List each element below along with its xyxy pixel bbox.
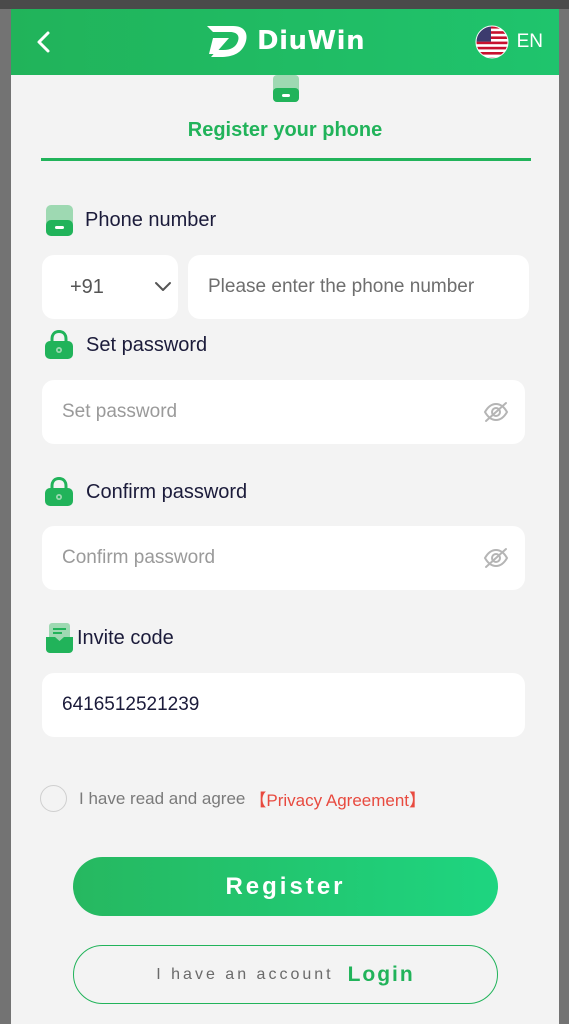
- phone-number-placeholder: Please enter the phone number: [208, 276, 475, 297]
- phone-label: Phone number: [85, 209, 217, 231]
- confirm-password-input[interactable]: Confirm password: [42, 526, 525, 590]
- phone-number-input[interactable]: Please enter the phone number: [188, 255, 529, 319]
- lock-icon: [45, 477, 73, 506]
- chevron-down-icon: [155, 282, 171, 291]
- logo-text: DiuWin: [257, 26, 366, 56]
- agree-text: I have read and agree: [79, 788, 246, 808]
- logo-mark-icon: [207, 26, 247, 57]
- set-password-placeholder: Set password: [62, 401, 178, 422]
- lock-icon: [45, 330, 73, 359]
- set-password-input[interactable]: Set password: [42, 380, 525, 444]
- us-flag-icon: [475, 25, 509, 59]
- top-status-strip: [0, 0, 569, 9]
- invite-icon: [46, 623, 73, 653]
- phone-icon: [273, 75, 299, 102]
- tab-register-phone[interactable]: Register your phone: [11, 119, 559, 142]
- invite-label: Invite code: [77, 626, 174, 649]
- phone-icon: [46, 205, 73, 236]
- password-label: Set password: [86, 333, 208, 356]
- header-bar: DiuWin EN: [11, 9, 559, 75]
- back-button[interactable]: [31, 27, 57, 57]
- confirm-label-row: Confirm password: [44, 477, 247, 507]
- confirm-label: Confirm password: [86, 480, 248, 503]
- login-button[interactable]: I have an account Login: [73, 945, 498, 1004]
- chevron-left-icon: [37, 31, 50, 53]
- invite-code-value: 6416512521239: [62, 694, 200, 715]
- login-label: Login: [347, 962, 415, 986]
- language-label: EN: [516, 31, 543, 52]
- phone-label-row: Phone number: [46, 205, 216, 236]
- brand-logo: DiuWin: [203, 21, 365, 61]
- agreement-row: I have read and agree 【Privacy Agreement…: [40, 785, 426, 812]
- eye-off-icon[interactable]: [483, 546, 509, 570]
- have-account-text: I have an account: [156, 965, 334, 983]
- language-selector[interactable]: EN: [475, 25, 543, 59]
- country-code-select[interactable]: +91: [42, 255, 178, 319]
- tab-active-indicator: [41, 158, 531, 161]
- invite-code-input[interactable]: 6416512521239: [42, 673, 525, 737]
- password-label-row: Set password: [44, 330, 207, 360]
- agree-checkbox[interactable]: [40, 785, 67, 812]
- eye-off-icon[interactable]: [483, 400, 509, 424]
- privacy-agreement-link[interactable]: 【Privacy Agreement】: [249, 786, 426, 811]
- confirm-password-placeholder: Confirm password: [62, 547, 216, 568]
- invite-label-row: Invite code: [46, 623, 174, 653]
- register-button-label: Register: [225, 872, 346, 900]
- register-button[interactable]: Register: [73, 857, 498, 916]
- register-page: DiuWin EN Register your phone Phone numb…: [11, 9, 559, 1024]
- country-code-value: +91: [70, 275, 104, 298]
